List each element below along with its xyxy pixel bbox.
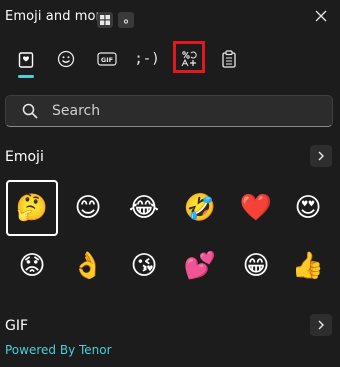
tab-emoji[interactable] (50, 44, 82, 74)
kaomoji-icon: ;-) (134, 51, 160, 67)
chevron-right-icon (318, 320, 324, 330)
tab-clipboard[interactable] (213, 44, 245, 74)
emoji-heart-eyes[interactable]: 😍 (282, 180, 334, 236)
emoji-glyph: 👍 (291, 251, 325, 281)
emoji-glyph: 😘 (130, 251, 158, 281)
window-title: Emoji and more (5, 9, 109, 24)
smiley-icon (57, 50, 75, 68)
emoji-blowing-kiss[interactable]: 😘 (118, 238, 170, 294)
emoji-smiling-face[interactable]: 😊 (62, 180, 114, 236)
search-input[interactable] (52, 101, 322, 121)
emoji-pleading-face[interactable]: 😟 (6, 238, 58, 294)
emoji-glyph: 👌 (71, 251, 105, 281)
emoji-ok-hand[interactable]: 👌 (62, 238, 114, 294)
tab-kaomoji[interactable]: ;-) (131, 44, 163, 74)
emoji-more-button[interactable] (310, 145, 332, 167)
emoji-glyph: 💕 (183, 251, 217, 281)
emoji-two-hearts[interactable]: 💕 (174, 238, 226, 294)
emoji-grinning-face[interactable]: 😁 (230, 238, 282, 294)
tab-favorites[interactable] (10, 44, 42, 74)
windows-key-icon (97, 12, 113, 28)
emoji-tears-of-joy[interactable]: 😂 (118, 180, 170, 236)
emoji-rolling-laughing[interactable]: 🤣 (174, 180, 226, 236)
emoji-thinking-face[interactable]: 🤔 (6, 180, 58, 236)
emoji-glyph: 🤔 (15, 193, 49, 223)
period-key-icon (118, 12, 134, 28)
emoji-glyph: 😊 (74, 193, 102, 223)
search-icon (22, 103, 38, 119)
tab-active-indicator (18, 75, 34, 78)
emoji-thumbs-up[interactable]: 👍 (282, 238, 334, 294)
emoji-glyph: ❤️ (239, 193, 273, 223)
heart-clipboard-icon (18, 52, 34, 68)
tab-gif[interactable]: GIF (91, 44, 123, 74)
emoji-glyph: 😟 (18, 251, 46, 281)
gif-more-button[interactable] (310, 314, 332, 336)
emoji-glyph: 😁 (242, 251, 270, 281)
close-icon (315, 10, 327, 22)
emoji-glyph: 😍 (294, 193, 322, 223)
close-button[interactable] (310, 5, 332, 27)
gif-icon: GIF (97, 52, 117, 66)
chevron-right-icon (318, 151, 324, 161)
gif-label: GIF (101, 56, 113, 64)
emoji-glyph: 🤣 (183, 193, 217, 223)
powered-by-tenor-link[interactable]: Powered By Tenor (5, 343, 112, 357)
tab-symbols-highlight (173, 41, 205, 73)
clipboard-icon (222, 50, 236, 68)
emoji-section-title: Emoji (5, 149, 44, 165)
gif-section-title: GIF (5, 318, 29, 334)
search-box[interactable] (5, 95, 333, 127)
emoji-red-heart[interactable]: ❤️ (230, 180, 282, 236)
emoji-glyph: 😂 (128, 193, 160, 223)
